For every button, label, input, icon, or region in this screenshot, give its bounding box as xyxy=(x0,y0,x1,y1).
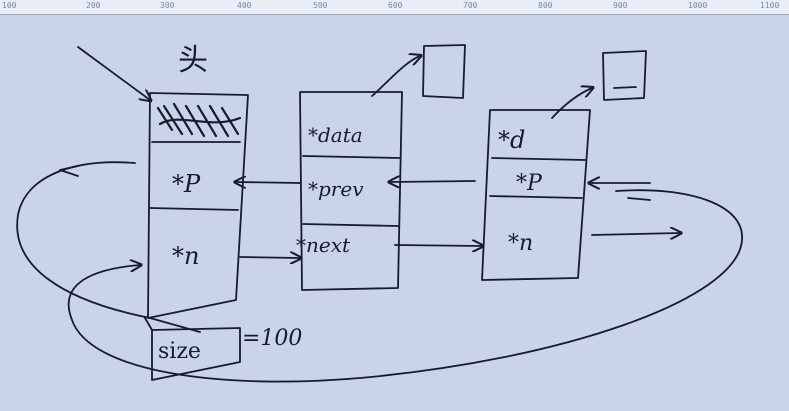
ruler: 100 200 300 400 500 600 700 800 900 1000… xyxy=(0,0,789,15)
ruler-tick: 300 xyxy=(160,1,175,10)
node-a-divider xyxy=(302,223,399,227)
node-a-field: *next xyxy=(296,233,351,257)
head-node-divider xyxy=(149,207,239,211)
head-node-field: *P xyxy=(172,170,201,198)
ruler-tick: 1000 xyxy=(688,1,708,10)
node-a-data-target xyxy=(422,44,466,99)
whiteboard-photo: 100 200 300 400 500 600 700 800 900 1000… xyxy=(0,0,789,411)
next-arrow xyxy=(239,257,300,258)
head-node-scribble xyxy=(156,102,242,138)
node-b-divider xyxy=(491,157,587,161)
node-b-data-target xyxy=(602,50,647,101)
ruler-tick: 400 xyxy=(237,1,252,10)
diagram-canvas: 头 *P *n *data *prev *next *d *P *n size … xyxy=(16,43,743,383)
next-arrow xyxy=(394,245,482,246)
prev-arrow xyxy=(390,181,476,182)
ruler-tick: 800 xyxy=(538,1,553,10)
head-arrow xyxy=(77,46,150,100)
next-arrow xyxy=(591,233,680,235)
node-a-divider xyxy=(302,155,401,159)
ruler-tick: 500 xyxy=(313,1,328,10)
node-b-data-target-mark xyxy=(613,86,637,89)
size-box-tail xyxy=(144,317,153,331)
node-b-field: *P xyxy=(516,171,543,196)
ruler-tick: 700 xyxy=(463,1,478,10)
node-a-data-arrow xyxy=(371,56,420,97)
circular-next-arrowhead xyxy=(627,197,651,201)
node-b-field: *d xyxy=(498,126,525,154)
head-node-field: *n xyxy=(172,242,199,270)
circular-prev-arrowhead xyxy=(59,165,79,177)
ruler-tick: 100 xyxy=(2,1,17,10)
node-b-field: *n xyxy=(508,231,533,256)
node-a-field: *prev xyxy=(308,177,364,201)
ruler-tick: 1100 xyxy=(760,1,780,10)
size-value: =100 xyxy=(242,326,302,351)
ruler-tick: 200 xyxy=(86,1,101,10)
prev-arrow xyxy=(236,182,301,183)
node-b-data-arrow xyxy=(551,88,592,119)
head-label: 头 xyxy=(178,43,208,78)
ruler-tick: 600 xyxy=(388,1,403,10)
node-b-divider xyxy=(489,195,583,199)
size-label: size xyxy=(158,339,201,364)
node-a-field: *data xyxy=(308,123,363,147)
ruler-tick: 900 xyxy=(613,1,628,10)
